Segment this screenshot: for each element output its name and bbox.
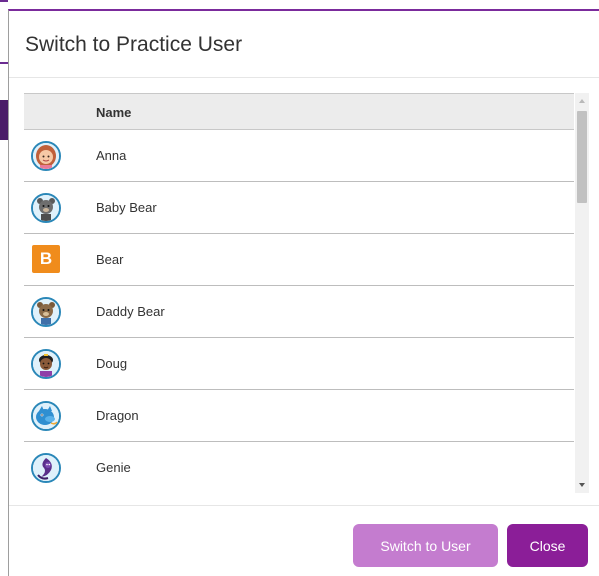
user-name: Doug (96, 356, 128, 371)
background-page-edge (0, 0, 8, 576)
genie-avatar-icon (31, 453, 61, 483)
list-scrollbar[interactable] (575, 93, 589, 493)
background-band (0, 100, 8, 140)
switch-to-user-button[interactable]: Switch to User (353, 524, 498, 567)
header-divider (9, 77, 599, 78)
switch-user-dialog: Switch to Practice User Name Anna Baby B… (8, 9, 599, 576)
user-row-bear[interactable]: B Bear (24, 234, 574, 286)
scroll-thumb[interactable] (577, 111, 587, 203)
user-name: Dragon (96, 408, 139, 423)
footer-divider (9, 505, 599, 506)
background-band (0, 62, 8, 64)
boy-avatar-icon (31, 349, 61, 379)
user-list: Name Anna Baby Bear B Bear Daddy Bear Do… (24, 93, 589, 493)
user-row-anna[interactable]: Anna (24, 130, 574, 182)
user-name: Bear (96, 252, 124, 267)
close-button[interactable]: Close (507, 524, 588, 567)
user-row-genie[interactable]: Genie (24, 442, 574, 493)
girl-avatar-icon (31, 141, 61, 171)
letter-b-avatar: B (32, 245, 60, 273)
user-row-daddy-bear[interactable]: Daddy Bear (24, 286, 574, 338)
scroll-up-arrow-icon[interactable] (579, 99, 585, 103)
user-name: Genie (96, 460, 131, 475)
list-header: Name (24, 93, 574, 130)
scroll-down-arrow-icon[interactable] (579, 483, 585, 487)
user-name: Daddy Bear (96, 304, 165, 319)
user-row-dragon[interactable]: Dragon (24, 390, 574, 442)
bear-avatar-icon (31, 297, 61, 327)
user-name: Anna (96, 148, 127, 163)
bear-avatar-icon (31, 193, 61, 223)
user-row-baby-bear[interactable]: Baby Bear (24, 182, 574, 234)
user-name: Baby Bear (96, 200, 157, 215)
user-row-doug[interactable]: Doug (24, 338, 574, 390)
column-header-name[interactable]: Name (96, 105, 131, 120)
dragon-avatar-icon (31, 401, 61, 431)
background-band (0, 0, 8, 2)
dialog-title: Switch to Practice User (25, 33, 243, 56)
user-rows: Anna Baby Bear B Bear Daddy Bear Doug Dr… (24, 130, 574, 493)
